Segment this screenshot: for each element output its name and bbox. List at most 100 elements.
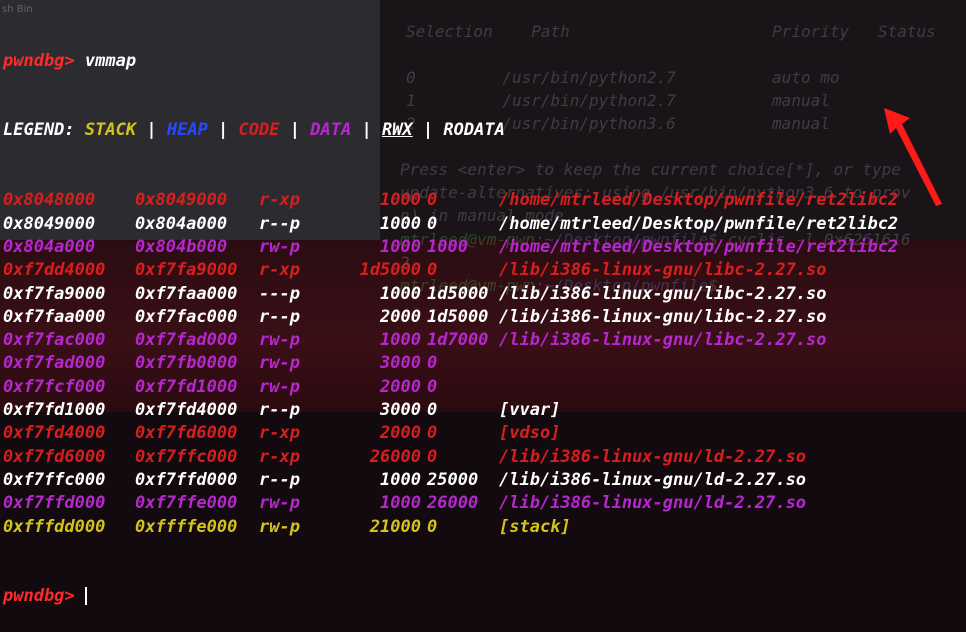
mapping-size: 1d5000 xyxy=(359,260,421,281)
mapping-start: 0x804a000 xyxy=(3,236,96,257)
mapping-start: 0xf7fd6000 xyxy=(3,446,106,467)
mapping-path: /lib/i386-linux-gnu/ld-2.27.so xyxy=(499,446,807,467)
vmmap-row: 0xf7fad000 0xf7fb0000 rw-p 3000 0 xyxy=(3,352,966,375)
vmmap-row: 0xf7fcf000 0xf7fd1000 rw-p 2000 0 xyxy=(3,376,966,399)
mapping-size: 1000 xyxy=(380,493,421,514)
mapping-offset: 0 xyxy=(427,400,438,421)
mapping-start: 0xf7fad000 xyxy=(3,353,106,374)
mapping-path: /lib/i386-linux-gnu/libc-2.27.so xyxy=(499,283,827,304)
mapping-end: 0xf7fad000 xyxy=(135,330,238,351)
vmmap-row: 0xf7fd4000 0xf7fd6000 r-xp 2000 0 [vdso] xyxy=(3,422,966,445)
mapping-perm: r-xp xyxy=(259,446,300,467)
vmmap-row: 0xf7ffc000 0xf7ffd000 r--p 1000 25000/lib/i3… xyxy=(3,469,966,492)
final-prompt-line[interactable]: pwndbg> xyxy=(3,585,966,608)
legend-code: CODE xyxy=(238,120,280,141)
mapping-start: 0xf7faa000 xyxy=(3,306,106,327)
mapping-end: 0x804b000 xyxy=(135,236,228,257)
mapping-perm: ---p xyxy=(259,283,300,304)
command-line: pwndbg> vmmap xyxy=(3,50,966,73)
vmmap-row: 0x804a000 0x804b000 rw-p 1000 1000/home/mtrl… xyxy=(3,236,966,259)
annotation-arrow xyxy=(884,108,942,206)
legend-sep: | xyxy=(361,120,372,141)
legend-label: LEGEND: xyxy=(3,120,75,141)
legend-data: DATA xyxy=(310,120,352,141)
mapping-end: 0xf7ffc000 xyxy=(135,446,238,467)
vmmap-row: 0x8048000 0x8049000 r-xp 1000 0/home/mtrleed… xyxy=(3,189,966,212)
mapping-size: 1000 xyxy=(380,283,421,304)
mapping-perm: rw-p xyxy=(259,516,300,537)
mapping-offset: 1d5000 xyxy=(427,306,489,327)
mapping-end: 0xf7faa000 xyxy=(135,283,238,304)
pwndbg-terminal[interactable]: pwndbg> vmmap LEGEND: STACK | HEAP | COD… xyxy=(3,3,966,632)
mapping-start: 0xf7ffd000 xyxy=(3,493,106,514)
legend-sep: | xyxy=(289,120,300,141)
legend-rwx: RWX xyxy=(381,120,413,141)
mapping-start: 0xf7fd4000 xyxy=(3,423,106,444)
mapping-end: 0xf7fd1000 xyxy=(135,376,238,397)
mapping-perm: r-xp xyxy=(259,260,300,281)
mapping-path: [vdso] xyxy=(499,423,561,444)
final-prompt: pwndbg> xyxy=(3,586,75,607)
mapping-offset: 0 xyxy=(427,190,438,211)
mapping-offset: 1000 xyxy=(427,236,468,257)
mapping-start: 0x8048000 xyxy=(3,190,96,211)
mapping-size: 1000 xyxy=(380,330,421,351)
mapping-start: 0xf7fcf000 xyxy=(3,376,106,397)
mapping-offset: 0 xyxy=(427,376,438,397)
mapping-size: 1000 xyxy=(380,190,421,211)
prompt: pwndbg> xyxy=(3,50,75,71)
text-cursor xyxy=(84,587,87,606)
vmmap-row: 0xf7fac000 0xf7fad000 rw-p 1000 1d7000/lib/i… xyxy=(3,329,966,352)
mapping-offset: 26000 xyxy=(427,493,479,514)
mapping-end: 0xf7fd6000 xyxy=(135,423,238,444)
mapping-perm: r-xp xyxy=(259,423,300,444)
mapping-perm: r--p xyxy=(259,213,300,234)
mapping-end: 0xf7fa9000 xyxy=(135,260,238,281)
mapping-end: 0xf7fb0000 xyxy=(135,353,238,374)
mapping-end: 0xf7fd4000 xyxy=(135,400,238,421)
legend-sep: | xyxy=(146,120,157,141)
mapping-size: 3000 xyxy=(380,400,421,421)
mapping-start: 0xf7ffc000 xyxy=(3,469,106,490)
mapping-path: /home/mtrleed/Desktop/pwnfile/ret2libc2 xyxy=(499,190,899,211)
vmmap-row: 0xf7fd1000 0xf7fd4000 r--p 3000 0 [vvar] xyxy=(3,399,966,422)
mapping-size: 3000 xyxy=(380,353,421,374)
vmmap-row: 0xf7ffd000 0xf7ffe000 rw-p 1000 26000/lib/i3… xyxy=(3,492,966,515)
mapping-end: 0x8049000 xyxy=(135,190,228,211)
vmmap-row: 0xf7faa000 0xf7fac000 r--p 2000 1d5000/lib/i… xyxy=(3,306,966,329)
mapping-path: /home/mtrleed/Desktop/pwnfile/ret2libc2 xyxy=(499,236,899,257)
mapping-size: 1000 xyxy=(380,213,421,234)
mapping-end: 0xf7ffe000 xyxy=(135,493,238,514)
mapping-offset: 25000 xyxy=(427,469,479,490)
vmmap-row: 0xfffdd000 0xffffe000 rw-p 21000 0 [stack] xyxy=(3,516,966,539)
vmmap-table: 0x8048000 0x8049000 r-xp 1000 0/home/mtrleed… xyxy=(3,189,966,538)
mapping-start: 0xf7fd1000 xyxy=(3,400,106,421)
mapping-path: /lib/i386-linux-gnu/ld-2.27.so xyxy=(499,493,807,514)
mapping-perm: r-xp xyxy=(259,190,300,211)
mapping-offset: 1d5000 xyxy=(427,283,489,304)
legend-stack: STACK xyxy=(84,120,137,141)
mapping-size: 2000 xyxy=(380,423,421,444)
vmmap-row: 0xf7dd4000 0xf7fa9000 r-xp 1d5000 0/lib/i386… xyxy=(3,259,966,282)
mapping-size: 26000 xyxy=(369,446,421,467)
mapping-offset: 0 xyxy=(427,516,438,537)
mapping-path: /lib/i386-linux-gnu/libc-2.27.so xyxy=(499,306,827,327)
mapping-size: 2000 xyxy=(380,376,421,397)
legend-heap: HEAP xyxy=(166,120,208,141)
legend-sep: | xyxy=(422,120,434,141)
mapping-path: /lib/i386-linux-gnu/libc-2.27.so xyxy=(499,330,827,351)
mapping-offset: 0 xyxy=(427,213,438,234)
mapping-size: 1000 xyxy=(380,469,421,490)
mapping-offset: 0 xyxy=(427,446,438,467)
mapping-size: 21000 xyxy=(369,516,421,537)
mapping-perm: r--p xyxy=(259,400,300,421)
mapping-end: 0xf7ffd000 xyxy=(135,469,238,490)
mapping-start: 0x8049000 xyxy=(3,213,96,234)
mapping-end: 0x804a000 xyxy=(135,213,228,234)
mapping-offset: 1d7000 xyxy=(427,330,489,351)
mapping-size: 1000 xyxy=(380,236,421,257)
vmmap-row: 0xf7fd6000 0xf7ffc000 r-xp 26000 0/lib/i386-… xyxy=(3,446,966,469)
mapping-start: 0xf7fa9000 xyxy=(3,283,106,304)
mapping-perm: rw-p xyxy=(259,376,300,397)
mapping-perm: rw-p xyxy=(259,353,300,374)
